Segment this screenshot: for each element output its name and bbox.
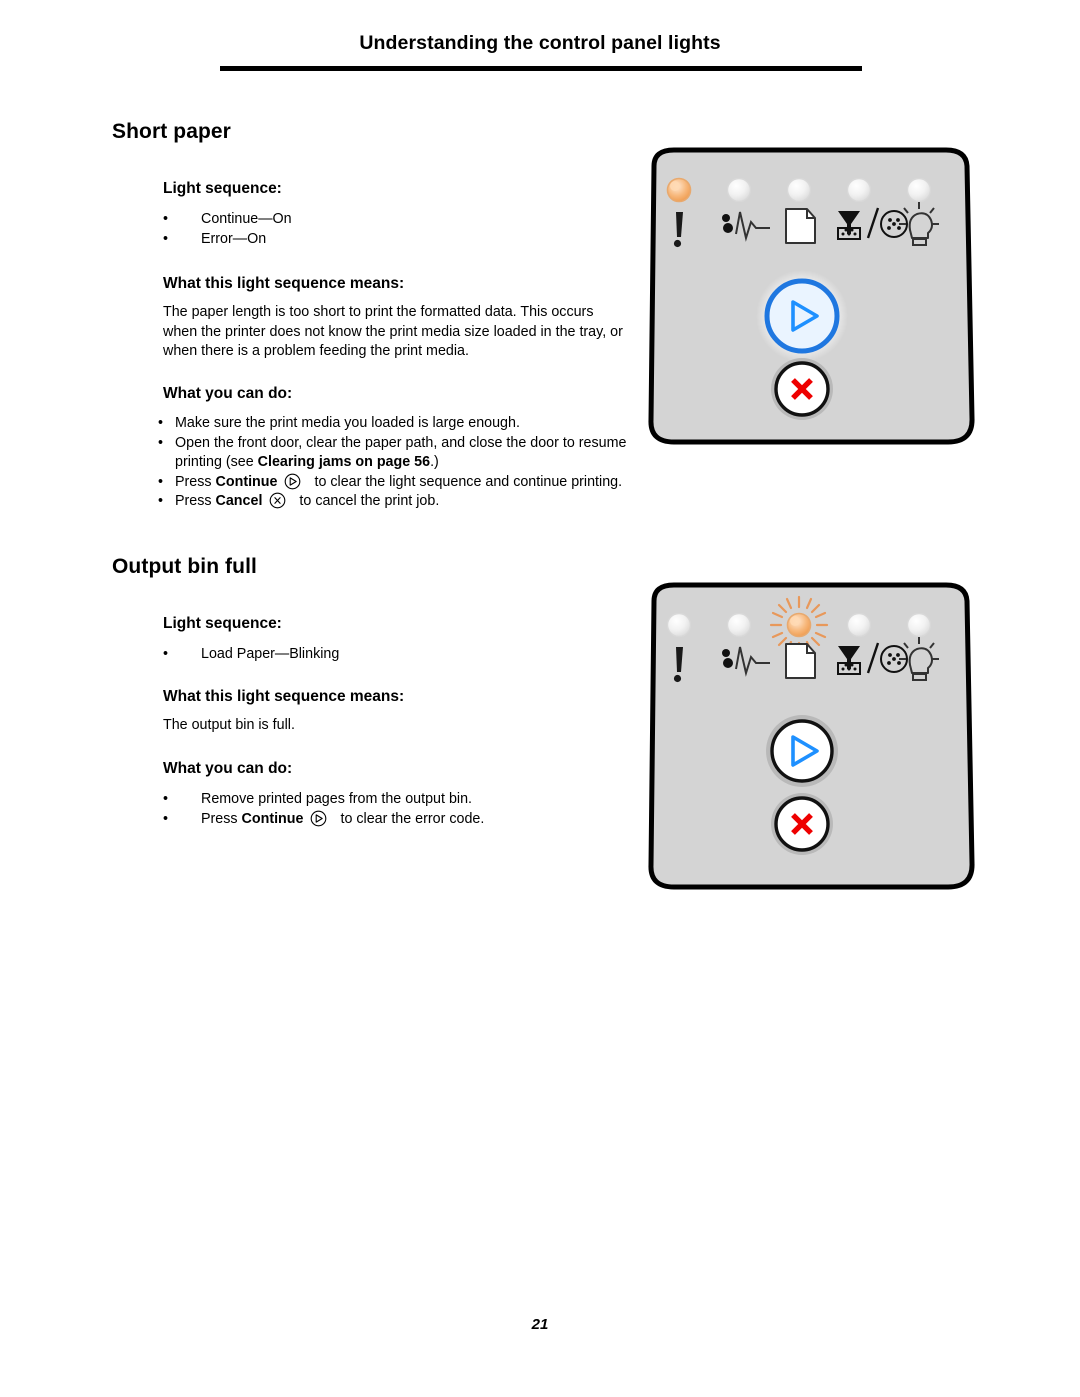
section-title-short-paper: Short paper [112,120,231,143]
action-text-after: to clear the error code. [340,810,485,827]
page-header-title: Understanding the control panel lights [359,32,721,54]
control-panel-short-paper [640,142,980,452]
led-paper-jam [726,612,752,638]
list-item: • Make sure the print media you loaded i… [158,414,648,434]
led-error [666,177,692,203]
continue-key-icon [281,473,304,490]
led-ready [906,612,932,638]
bullet-dot: • [163,230,169,247]
continue-button[interactable] [766,715,838,787]
led-paper-jam [726,177,752,203]
document-page: Understanding the control panel lights S… [0,0,1080,1397]
means-label-2: What this light sequence means: [163,688,405,705]
list-item: • Error—On [163,230,583,250]
led-ready [906,177,932,203]
led-error [666,612,692,638]
means-text-1: The paper length is too short to print t… [163,304,623,360]
actions-list-2: • Remove printed pages from the output b… [163,790,653,829]
actions-label-1: What you can do: [163,385,293,402]
actions-list-1: • Make sure the print media you loaded i… [158,414,648,512]
light-sequence-label-1: Light sequence: [163,180,282,197]
continue-key-icon [307,810,330,827]
load-paper-icon [785,643,816,679]
list-item: • Press Continue to clear the error code. [163,810,653,830]
section-title-output-bin-full: Output bin full [112,555,257,578]
action-text-after: to clear the light sequence and continue… [314,473,623,490]
action-text: Press [201,810,242,827]
bullet-dot: • [158,415,164,431]
bullet-dot: • [158,473,164,490]
bullet-dot: • [158,493,164,510]
action-text: Make sure the print media you loaded is … [175,415,520,431]
means-label-1: What this light sequence means: [163,275,405,292]
continue-button[interactable] [756,270,848,362]
list-item: • Remove printed pages from the output b… [163,790,653,810]
list-item: • Open the front door, clear the paper p… [158,434,648,473]
light-sequence-list-2: • Load Paper—Blinking [163,645,583,665]
led-toner [846,612,872,638]
action-text: Press [175,493,216,510]
actions-label-2: What you can do: [163,760,293,777]
cancel-key-icon [266,492,289,509]
led-load-paper [786,177,812,203]
action-bold-ref: Clearing jams on page 56 [257,454,431,471]
bullet-dot: • [163,810,169,827]
list-item: • Load Paper—Blinking [163,645,583,665]
list-item: • Press Continue to clear the light seque… [158,473,648,493]
page-number: 21 [531,1316,549,1333]
bullet-dot: • [163,646,169,662]
action-bold-ref: Cancel [215,493,263,510]
light-sequence-label-2: Light sequence: [163,615,282,632]
bullet-dot: • [158,434,164,451]
load-paper-icon [785,208,816,244]
cancel-button[interactable] [771,793,833,855]
action-text-after: to cancel the print job. [299,493,440,510]
list-item: • Press Cancel to cancel the print job. [158,492,648,512]
control-panel-output-bin-full [640,577,980,897]
bullet-dot: • [163,791,169,807]
action-text: Remove printed pages from the output bin… [201,791,473,807]
bullet-dot: • [163,211,169,227]
header-rule [220,66,862,71]
action-text-after: .) [430,454,439,471]
action-bold-ref: Continue [215,473,278,490]
light-sequence-list-1: • Continue—On • Error—On [163,210,583,249]
action-text: Press [175,473,216,490]
action-bold-ref: Continue [241,810,304,827]
led-toner [846,177,872,203]
means-text-2: The output bin is full. [163,717,295,733]
cancel-button[interactable] [771,358,833,420]
list-item: • Continue—On [163,210,583,230]
